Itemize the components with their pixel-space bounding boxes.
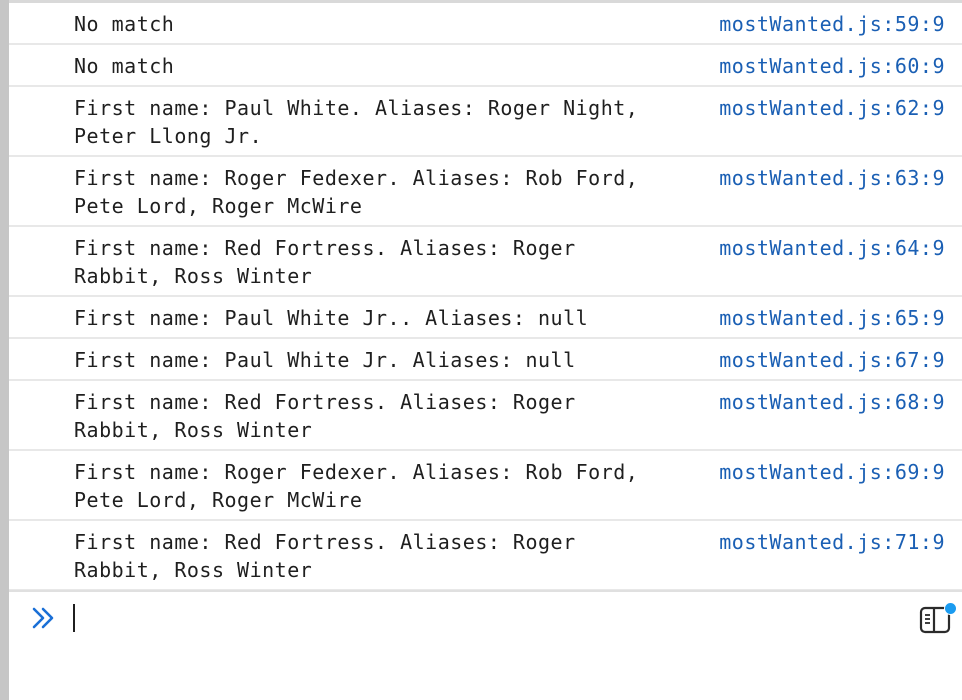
console-message: First name: Paul White. Aliases: Roger N… [9, 87, 962, 157]
source-link[interactable]: mostWanted.js:60:9 [719, 52, 945, 80]
text-cursor [73, 604, 75, 632]
source-link[interactable]: mostWanted.js:63:9 [719, 164, 945, 192]
notification-dot [944, 602, 957, 615]
console-panel: No match mostWanted.js:59:9 No match mos… [9, 0, 962, 700]
message-text: First name: Roger Fedexer. Aliases: Rob … [74, 460, 639, 512]
source-link[interactable]: mostWanted.js:68:9 [719, 388, 945, 416]
source-link[interactable]: mostWanted.js:59:9 [719, 10, 945, 38]
source-link[interactable]: mostWanted.js:64:9 [719, 234, 945, 262]
message-text: First name: Paul White Jr. Aliases: null [74, 348, 576, 372]
console-message: First name: Paul White Jr. Aliases: null… [9, 339, 962, 381]
source-link[interactable]: mostWanted.js:69:9 [719, 458, 945, 486]
message-text: First name: Red Fortress. Aliases: Roger… [74, 390, 576, 442]
source-link[interactable]: mostWanted.js:65:9 [719, 304, 945, 332]
console-messages: No match mostWanted.js:59:9 No match mos… [9, 3, 962, 591]
message-text: First name: Red Fortress. Aliases: Roger… [74, 530, 576, 582]
panel-left-edge [0, 0, 9, 700]
source-link[interactable]: mostWanted.js:71:9 [719, 528, 945, 556]
console-message: First name: Red Fortress. Aliases: Roger… [9, 381, 962, 451]
console-message: First name: Paul White Jr.. Aliases: nul… [9, 297, 962, 339]
console-message: First name: Roger Fedexer. Aliases: Rob … [9, 157, 962, 227]
message-text: First name: Roger Fedexer. Aliases: Rob … [74, 166, 639, 218]
message-text: No match [74, 12, 175, 36]
console-message: First name: Roger Fedexer. Aliases: Rob … [9, 451, 962, 521]
source-link[interactable]: mostWanted.js:62:9 [719, 94, 945, 122]
message-text: First name: Paul White. Aliases: Roger N… [74, 96, 639, 148]
message-text: First name: Paul White Jr.. Aliases: nul… [74, 306, 589, 330]
chevron-double-right-icon [31, 604, 59, 632]
console-input-area[interactable] [9, 590, 962, 700]
source-link[interactable]: mostWanted.js:67:9 [719, 346, 945, 374]
console-message: First name: Red Fortress. Aliases: Roger… [9, 227, 962, 297]
message-text: No match [74, 54, 175, 78]
console-message: No match mostWanted.js:60:9 [9, 45, 962, 87]
console-message: First name: Red Fortress. Aliases: Roger… [9, 521, 962, 591]
message-text: First name: Red Fortress. Aliases: Roger… [74, 236, 576, 288]
console-message: No match mostWanted.js:59:9 [9, 3, 962, 45]
